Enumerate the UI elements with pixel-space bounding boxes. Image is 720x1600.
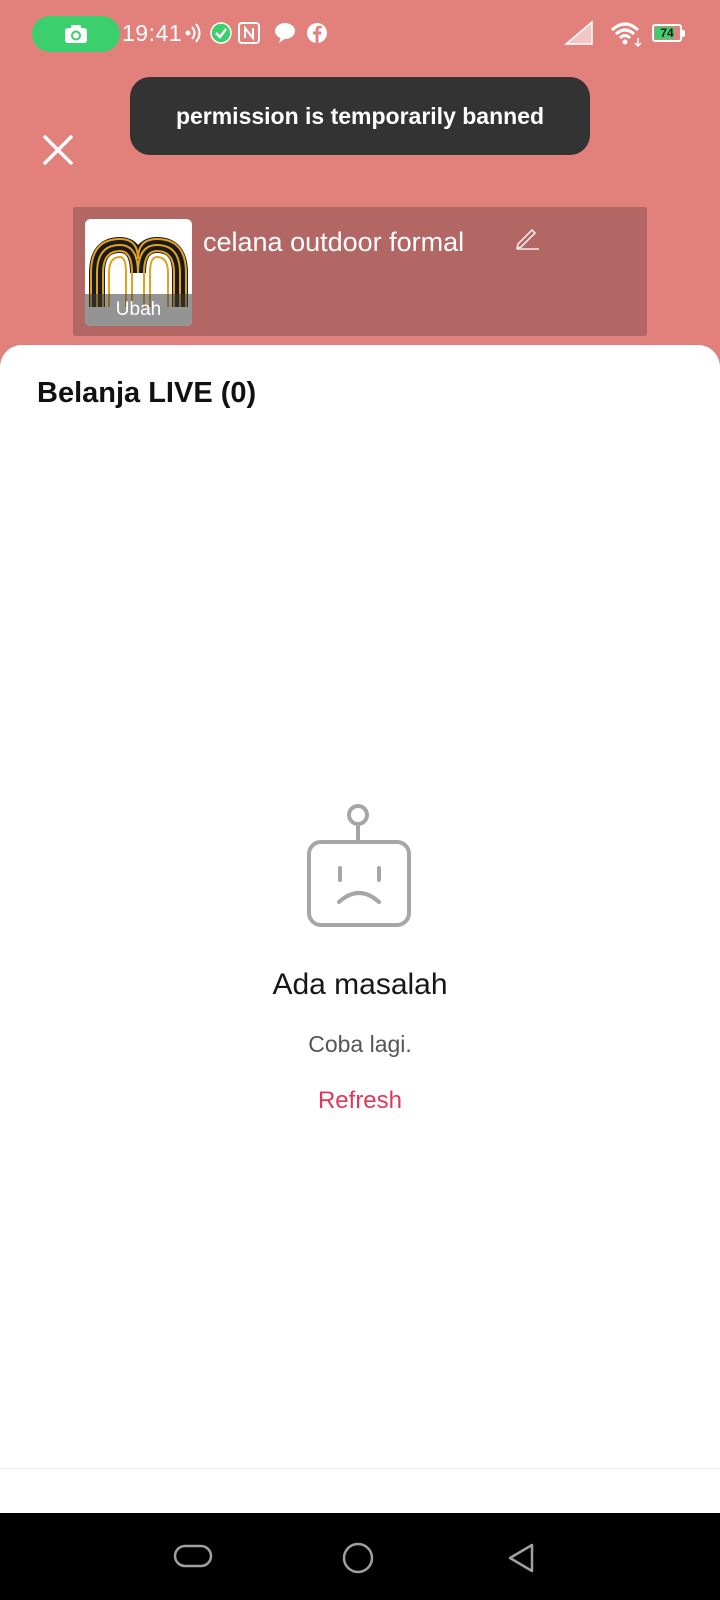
status-bar: 19:41 74 bbox=[0, 0, 720, 70]
screen-recording-pill[interactable] bbox=[32, 16, 120, 52]
recent-apps-button[interactable] bbox=[172, 1541, 214, 1571]
product-thumbnail[interactable]: Ubah bbox=[85, 219, 192, 326]
divider bbox=[0, 1468, 720, 1469]
close-button[interactable] bbox=[38, 130, 78, 170]
live-shopping-sheet: Belanja LIVE (0) Ada masalah Coba lagi. … bbox=[0, 345, 720, 1513]
error-subtitle: Coba lagi. bbox=[308, 1031, 412, 1057]
product-title: celana outdoor formal bbox=[203, 227, 465, 257]
battery-tip bbox=[682, 30, 685, 37]
chat-icon bbox=[275, 23, 295, 43]
navigation-bar bbox=[0, 1513, 720, 1600]
signal-icon bbox=[564, 20, 593, 45]
camera-icon bbox=[65, 25, 87, 43]
back-button[interactable] bbox=[505, 1541, 539, 1575]
sheet-title: Belanja LIVE (0) bbox=[37, 377, 257, 409]
battery-icon: 74 bbox=[652, 24, 682, 42]
change-thumbnail-label[interactable]: Ubah bbox=[85, 294, 192, 326]
vibrate-icon bbox=[185, 23, 201, 43]
close-icon bbox=[43, 135, 73, 165]
wifi-icon bbox=[610, 22, 642, 48]
home-button[interactable] bbox=[340, 1541, 376, 1575]
battery-level: 74 bbox=[660, 26, 674, 40]
facebook-icon bbox=[307, 23, 327, 43]
nfc-icon bbox=[238, 22, 260, 44]
error-title: Ada masalah bbox=[272, 968, 448, 1001]
refresh-button[interactable]: Refresh bbox=[300, 1087, 420, 1115]
edit-icon[interactable] bbox=[513, 223, 541, 251]
toast-message: permission is temporarily banned bbox=[130, 77, 590, 155]
sad-robot-icon bbox=[307, 804, 411, 927]
check-circle-icon bbox=[210, 22, 232, 44]
clock: 19:41 bbox=[122, 20, 183, 46]
product-card[interactable]: Ubah celana outdoor formal bbox=[73, 207, 647, 336]
